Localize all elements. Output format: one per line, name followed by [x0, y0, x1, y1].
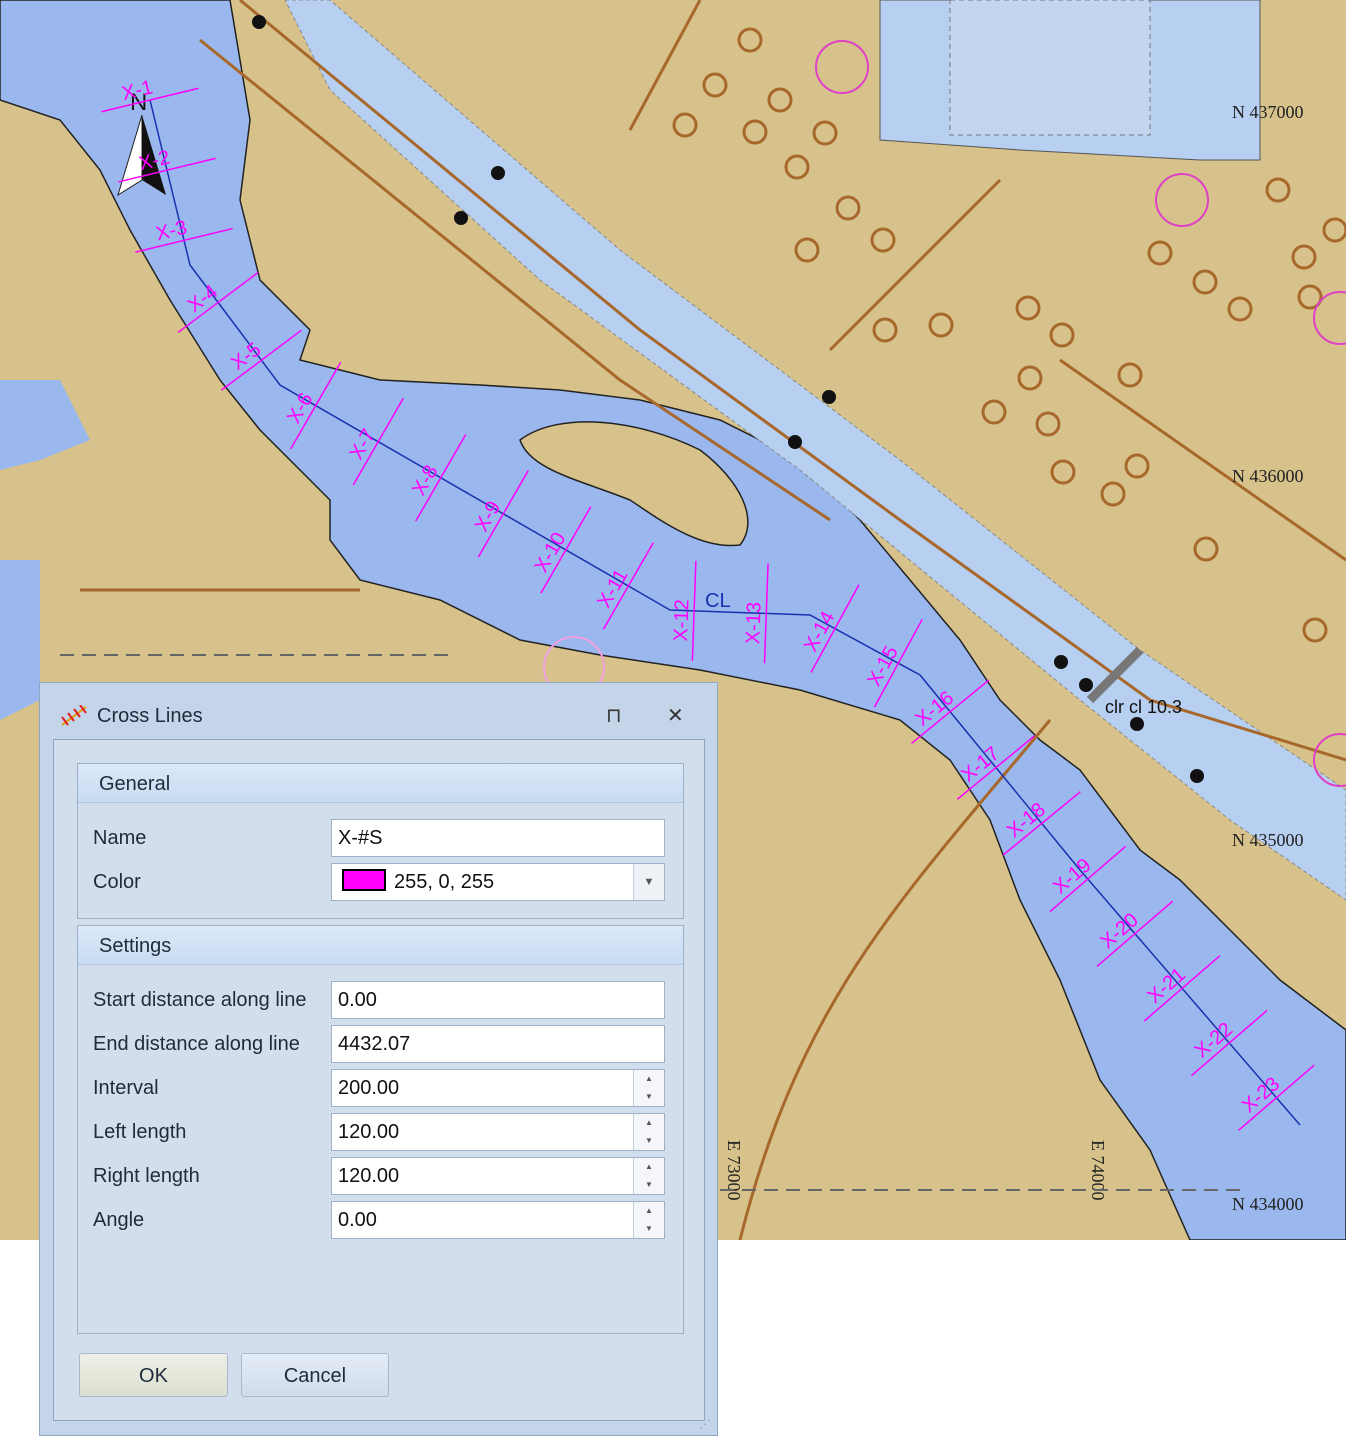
cross-lines-icon	[61, 705, 87, 726]
angle-spinner[interactable]: ▲ ▼	[633, 1202, 664, 1238]
grid-label-e74000: E 74000	[1088, 1140, 1108, 1201]
clearance-label: clr cl 10.3	[1105, 697, 1182, 717]
spin-up-icon[interactable]: ▲	[634, 1070, 664, 1088]
grid-label-n437000: N 437000	[1232, 102, 1304, 122]
resize-grip-icon[interactable]: ⋰	[699, 1417, 711, 1431]
settings-header: Settings	[78, 926, 683, 965]
start-distance-row: Start distance along line 0.00	[93, 981, 668, 1019]
cross-lines-dialog: Cross Lines ⊓ ✕ General Name X-#S Color …	[39, 682, 718, 1436]
right-length-input[interactable]: 120.00 ▲ ▼	[331, 1157, 665, 1195]
interval-row: Interval 200.00 ▲ ▼	[93, 1069, 668, 1107]
end-distance-label: End distance along line	[93, 1033, 300, 1055]
interval-value: 200.00	[338, 1077, 400, 1099]
ok-button[interactable]: OK	[79, 1353, 228, 1397]
color-swatch	[342, 869, 386, 891]
settings-group: Settings Start distance along line 0.00 …	[77, 925, 684, 1334]
name-input[interactable]: X-#S	[331, 819, 665, 857]
cross-line-label: X-12	[670, 599, 693, 642]
name-label: Name	[93, 827, 147, 849]
general-header: General	[78, 764, 683, 803]
right-length-row: Right length 120.00 ▲ ▼	[93, 1157, 668, 1195]
interval-input[interactable]: 200.00 ▲ ▼	[331, 1069, 665, 1107]
left-length-row: Left length 120.00 ▲ ▼	[93, 1113, 668, 1151]
start-distance-label: Start distance along line	[93, 989, 307, 1011]
spin-down-icon[interactable]: ▼	[634, 1220, 664, 1238]
left-length-input[interactable]: 120.00 ▲ ▼	[331, 1113, 665, 1151]
left-length-spinner[interactable]: ▲ ▼	[633, 1114, 664, 1150]
centerline-label: CL	[705, 590, 731, 612]
end-distance-input[interactable]: 4432.07	[331, 1025, 665, 1063]
color-select[interactable]: 255, 0, 255 ▼	[331, 863, 665, 901]
right-length-spinner[interactable]: ▲ ▼	[633, 1158, 664, 1194]
dialog-body: General Name X-#S Color 255, 0, 255 ▼ Se…	[53, 739, 705, 1421]
grid-label-n436000: N 436000	[1232, 466, 1304, 486]
left-length-value: 120.00	[338, 1121, 400, 1143]
dialog-titlebar[interactable]: Cross Lines ⊓ ✕	[40, 695, 717, 735]
color-value: 255, 0, 255	[394, 871, 495, 893]
interval-label: Interval	[93, 1077, 159, 1099]
pin-icon[interactable]: ⊓	[606, 703, 622, 728]
spin-up-icon[interactable]: ▲	[634, 1114, 664, 1132]
spin-down-icon[interactable]: ▼	[634, 1088, 664, 1106]
close-icon[interactable]: ✕	[667, 703, 684, 728]
spin-up-icon[interactable]: ▲	[634, 1202, 664, 1220]
interval-spinner[interactable]: ▲ ▼	[633, 1070, 664, 1106]
grid-label-n435000: N 435000	[1232, 830, 1304, 850]
right-length-value: 120.00	[338, 1165, 400, 1187]
color-row: Color 255, 0, 255 ▼	[93, 863, 668, 901]
spin-down-icon[interactable]: ▼	[634, 1176, 664, 1194]
angle-row: Angle 0.00 ▲ ▼	[93, 1201, 668, 1239]
spin-down-icon[interactable]: ▼	[634, 1132, 664, 1150]
general-group: General Name X-#S Color 255, 0, 255 ▼	[77, 763, 684, 919]
name-row: Name X-#S	[93, 819, 668, 857]
angle-value: 0.00	[338, 1209, 377, 1231]
left-length-label: Left length	[93, 1121, 187, 1143]
cross-line-label: X-13	[742, 601, 765, 644]
end-distance-row: End distance along line 4432.07	[93, 1025, 668, 1063]
angle-label: Angle	[93, 1209, 145, 1231]
spin-up-icon[interactable]: ▲	[634, 1158, 664, 1176]
cancel-button[interactable]: Cancel	[241, 1353, 389, 1397]
color-label: Color	[93, 871, 141, 893]
dialog-title: Cross Lines	[97, 705, 203, 727]
right-length-label: Right length	[93, 1165, 200, 1187]
grid-label-n434000: N 434000	[1232, 1194, 1304, 1214]
angle-input[interactable]: 0.00 ▲ ▼	[331, 1201, 665, 1239]
grid-label-e73000: E 73000	[724, 1140, 744, 1201]
dock-block	[949, 0, 1151, 136]
chevron-down-icon[interactable]: ▼	[633, 864, 664, 900]
start-distance-input[interactable]: 0.00	[331, 981, 665, 1019]
